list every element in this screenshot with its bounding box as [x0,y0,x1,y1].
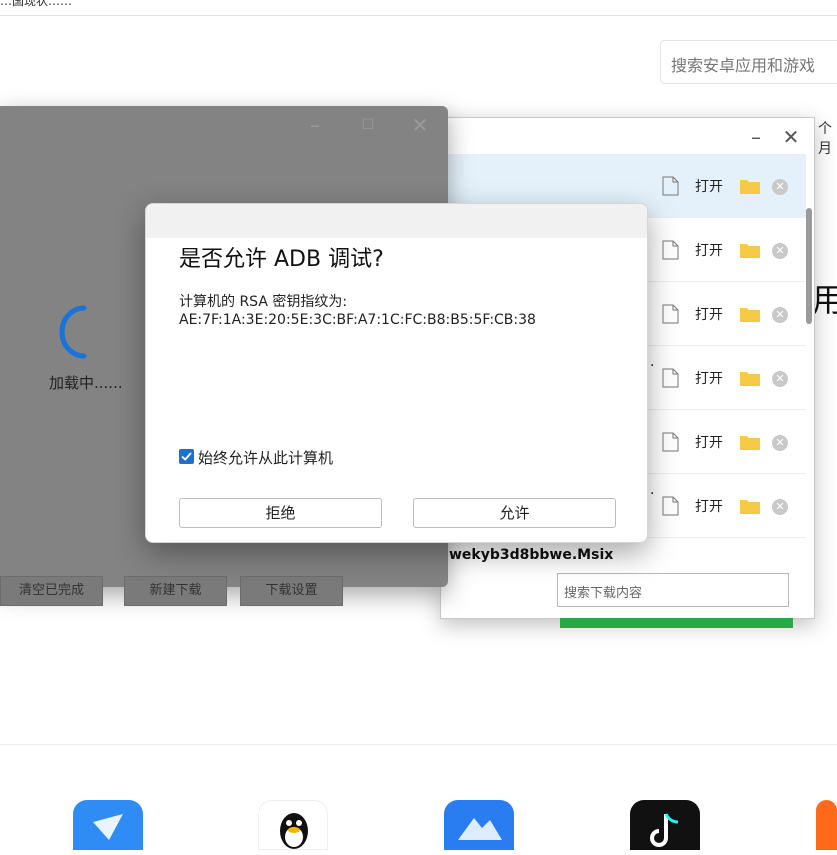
qq-icon[interactable] [258,800,328,850]
row-ellipsis: . [650,482,655,498]
minimize-icon[interactable]: – [743,124,769,150]
download-window-titlebar: – ✕ [441,118,814,154]
open-link[interactable]: 打开 [695,368,723,388]
close-icon[interactable]: ✕ [778,124,804,150]
mountain-app-icon[interactable] [444,800,514,850]
loading-spinner-icon [59,305,87,359]
open-link[interactable]: 打开 [695,176,723,196]
tiktok-icon[interactable] [630,800,700,850]
file-icon[interactable] [662,304,679,324]
folder-icon[interactable] [740,242,760,258]
file-icon[interactable] [662,176,679,196]
open-link[interactable]: 打开 [695,432,723,452]
orange-app-icon[interactable] [816,800,837,850]
feishu-icon[interactable] [73,800,143,850]
folder-icon[interactable] [740,498,760,514]
top-title-fragment: …国现状…… [0,0,73,8]
folder-icon[interactable] [740,178,760,194]
remove-icon[interactable]: ✕ [772,179,788,195]
open-link[interactable]: 打开 [695,304,723,324]
app-search-placeholder: 搜索安卓应用和游戏 [671,56,816,75]
remove-icon[interactable]: ✕ [772,371,788,387]
remove-icon[interactable]: ✕ [772,243,788,259]
deny-button[interactable]: 拒绝 [179,498,382,528]
download-settings-button[interactable]: 下载设置 [240,576,343,606]
app-search-input[interactable]: 搜索安卓应用和游戏 [660,40,837,84]
folder-icon[interactable] [740,306,760,322]
adb-debug-dialog: 是否允许 ADB 调试? 计算机的 RSA 密钥指纹为: AE:7F:1A:3E… [145,203,648,543]
allow-button[interactable]: 允许 [413,498,616,528]
minimize-icon[interactable]: – [302,112,328,138]
new-download-button[interactable]: 新建下载 [124,576,227,606]
folder-icon[interactable] [740,370,760,386]
open-link[interactable]: 打开 [695,496,723,516]
always-allow-label[interactable]: 始终允许从此计算机 [198,447,333,468]
loading-text: 加载中...... [49,374,123,392]
rsa-fingerprint: AE:7F:1A:3E:20:5E:3C:BF:A7:1C:FC:B8:B5:5… [179,312,536,328]
download-search-input[interactable]: 搜索下载内容 [557,573,789,607]
scrollbar-thumb[interactable] [806,208,812,324]
dialog-header-strip [146,204,647,238]
right-text-fragment: 个月 [818,121,832,157]
dialog-title: 是否允许 ADB 调试? [179,247,384,272]
file-icon[interactable] [662,496,679,516]
download-search-placeholder: 搜索下载内容 [564,586,643,601]
row-ellipsis: . [650,354,655,370]
close-icon[interactable]: ✕ [407,112,433,138]
file-icon[interactable] [662,240,679,260]
remove-icon[interactable]: ✕ [772,435,788,451]
remove-icon[interactable]: ✕ [772,499,788,515]
divider [0,744,837,745]
rsa-label: 计算机的 RSA 密钥指纹为: [179,294,348,310]
green-action-button[interactable] [560,618,793,628]
download-filename: wekyb3d8bbwe.Msix [449,547,614,563]
always-allow-checkbox[interactable] [179,449,194,464]
open-link[interactable]: 打开 [695,240,723,260]
file-icon[interactable] [662,368,679,388]
top-bar: …国现状…… [0,0,837,16]
maximize-icon[interactable]: ☐ [355,112,381,138]
right-heading-fragment: 用 [812,281,837,319]
checkmark-icon [181,452,192,461]
remove-icon[interactable]: ✕ [772,307,788,323]
folder-icon[interactable] [740,434,760,450]
file-icon[interactable] [662,432,679,452]
clear-completed-button[interactable]: 清空已完成 [0,576,103,606]
